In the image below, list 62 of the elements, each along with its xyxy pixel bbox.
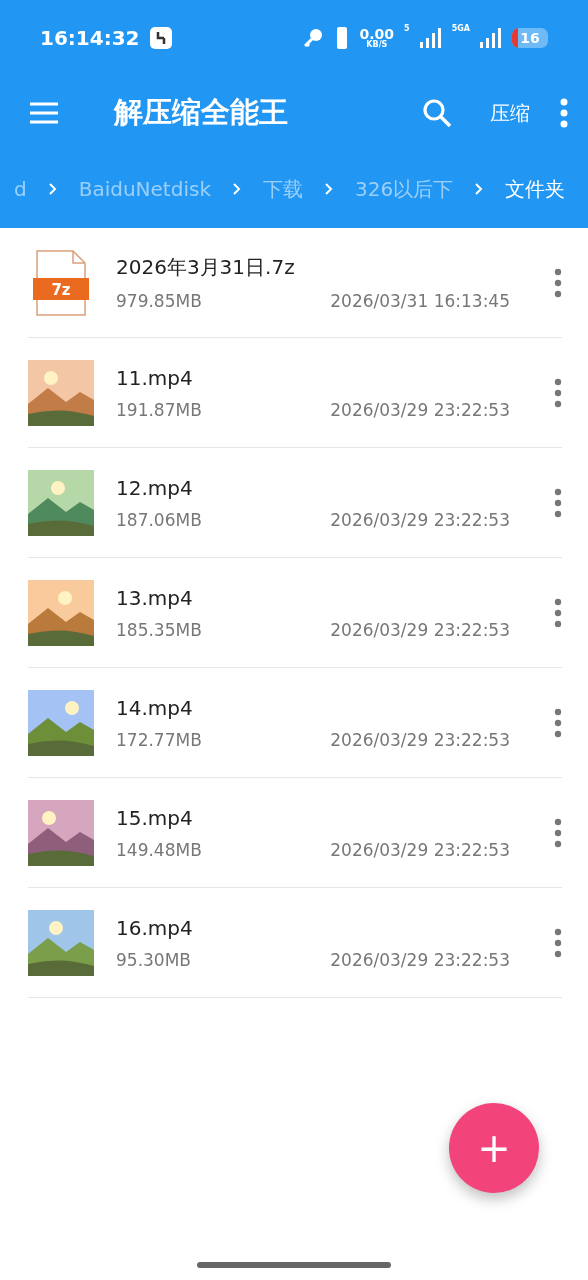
file-size: 95.30MB bbox=[116, 949, 191, 970]
file-size: 185.35MB bbox=[116, 619, 202, 640]
overflow-menu-button[interactable] bbox=[560, 98, 568, 128]
app-title: 解压缩全能王 bbox=[114, 94, 289, 131]
file-date: 2026/03/31 16:13:45 bbox=[330, 291, 510, 311]
file-date: 2026/03/29 23:22:53 bbox=[330, 949, 510, 970]
more-button[interactable] bbox=[554, 487, 562, 518]
more-icon bbox=[554, 487, 562, 518]
speed-unit: KB/S bbox=[366, 41, 388, 49]
file-name: 16.mp4 bbox=[116, 915, 194, 940]
file-name: 13.mp4 bbox=[116, 585, 194, 610]
app-notification-icon bbox=[149, 27, 172, 49]
file-row[interactable]: 12.mp4 187.06MB 2026/03/29 23:22:53 bbox=[28, 448, 562, 558]
file-size: 149.48MB bbox=[116, 839, 202, 860]
chevron-right-icon bbox=[232, 183, 241, 195]
battery-indicator: 16 bbox=[512, 28, 548, 48]
file-row[interactable]: 14.mp4 172.77MB 2026/03/29 23:22:53 bbox=[28, 668, 562, 778]
search-button[interactable] bbox=[422, 98, 452, 128]
more-icon bbox=[554, 927, 562, 958]
more-button[interactable] bbox=[554, 377, 562, 408]
sim-label: 5 bbox=[404, 24, 410, 33]
more-button[interactable] bbox=[554, 927, 562, 958]
more-icon bbox=[554, 597, 562, 628]
more-icon bbox=[554, 267, 562, 298]
more-icon bbox=[554, 377, 562, 408]
file-date: 2026/03/29 23:22:53 bbox=[330, 729, 510, 750]
file-date: 2026/03/29 23:22:53 bbox=[330, 509, 510, 530]
file-name: 14.mp4 bbox=[116, 695, 194, 720]
more-button[interactable] bbox=[554, 817, 562, 848]
menu-button[interactable] bbox=[28, 101, 60, 125]
file-name: 12.mp4 bbox=[116, 475, 194, 500]
file-row[interactable]: 7z 2026年3月31日.7z 979.85MB 2026/03/31 16:13:45 bbox=[28, 228, 562, 338]
more-button[interactable] bbox=[554, 597, 562, 628]
signal-icon bbox=[480, 28, 502, 48]
more-button[interactable] bbox=[554, 707, 562, 738]
more-button[interactable] bbox=[554, 267, 562, 298]
key-icon bbox=[301, 27, 324, 49]
chevron-right-icon bbox=[48, 183, 57, 195]
chevron-right-icon bbox=[324, 183, 333, 195]
network-speed: 0.00 bbox=[359, 27, 395, 41]
archive-file-icon: 7z bbox=[33, 249, 89, 316]
signal-icon bbox=[419, 28, 442, 48]
file-size: 172.77MB bbox=[116, 729, 202, 750]
file-row[interactable]: 16.mp4 95.30MB 2026/03/29 23:22:53 bbox=[28, 888, 562, 998]
file-size: 979.85MB bbox=[116, 291, 202, 311]
file-row[interactable]: 13.mp4 185.35MB 2026/03/29 23:22:53 bbox=[28, 558, 562, 668]
file-name: 11.mp4 bbox=[116, 365, 194, 390]
file-date: 2026/03/29 23:22:53 bbox=[330, 839, 510, 860]
more-icon bbox=[554, 817, 562, 848]
file-date: 2026/03/29 23:22:53 bbox=[330, 619, 510, 640]
file-name: 2026年3月31日.7z bbox=[116, 254, 296, 281]
status-time: 16:14:32 bbox=[40, 26, 140, 50]
add-button[interactable]: + bbox=[449, 1103, 539, 1193]
sim-label: 5GA bbox=[451, 24, 470, 33]
more-icon bbox=[554, 707, 562, 738]
file-size: 187.06MB bbox=[116, 509, 202, 530]
chevron-right-icon bbox=[475, 183, 484, 195]
file-row[interactable]: 15.mp4 149.48MB 2026/03/29 23:22:53 bbox=[28, 778, 562, 888]
file-row[interactable]: 11.mp4 191.87MB 2026/03/29 23:22:53 bbox=[28, 338, 562, 448]
file-size: 191.87MB bbox=[116, 399, 202, 420]
file-name: 15.mp4 bbox=[116, 805, 194, 830]
file-date: 2026/03/29 23:22:53 bbox=[330, 399, 510, 420]
